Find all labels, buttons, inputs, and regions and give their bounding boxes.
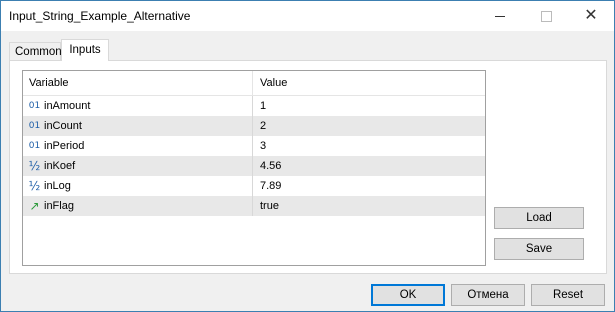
bool-flag-icon: ↗ bbox=[29, 199, 40, 213]
variable-name: inLog bbox=[44, 180, 71, 192]
value-cell[interactable]: 3 bbox=[253, 136, 485, 156]
maximize-button[interactable] bbox=[523, 1, 569, 31]
row-variable-cell: 01 inCount bbox=[23, 116, 253, 136]
grid-header: Variable Value bbox=[23, 71, 485, 96]
close-button[interactable]: ✕ bbox=[568, 1, 614, 31]
variable-name: inKoef bbox=[44, 160, 76, 172]
integer-icon: 01 bbox=[28, 141, 41, 151]
close-icon: ✕ bbox=[584, 7, 598, 24]
table-row[interactable]: 01 inAmount 1 bbox=[23, 96, 485, 116]
table-row[interactable]: 01 inCount 2 bbox=[23, 116, 485, 136]
row-variable-cell: 01 inAmount bbox=[23, 96, 253, 116]
value-cell[interactable]: 7.89 bbox=[253, 176, 485, 196]
row-variable-cell: ½ inKoef bbox=[23, 156, 253, 176]
save-button[interactable]: Save bbox=[494, 238, 584, 260]
inputs-panel: Variable Value 01 inAmount 1 01 inCount … bbox=[9, 60, 607, 274]
load-button[interactable]: Load bbox=[494, 207, 584, 229]
fraction-icon: ½ bbox=[28, 179, 41, 193]
fraction-icon: ½ bbox=[28, 159, 41, 173]
integer-icon: 01 bbox=[28, 101, 41, 111]
variable-name: inCount bbox=[44, 120, 82, 132]
integer-icon: 01 bbox=[28, 121, 41, 131]
row-variable-cell: 01 inPeriod bbox=[23, 136, 253, 156]
variable-name: inPeriod bbox=[44, 140, 85, 152]
table-row[interactable]: ½ inLog 7.89 bbox=[23, 176, 485, 196]
minimize-button[interactable] bbox=[477, 1, 523, 31]
variable-name: inAmount bbox=[44, 100, 91, 112]
row-variable-cell: ↗ inFlag bbox=[23, 196, 253, 216]
minimize-icon bbox=[495, 15, 505, 17]
title-bar: Input_String_Example_Alternative ✕ bbox=[1, 1, 614, 31]
table-row[interactable]: ½ inKoef 4.56 bbox=[23, 156, 485, 176]
value-cell[interactable]: 1 bbox=[253, 96, 485, 116]
value-cell[interactable]: 4.56 bbox=[253, 156, 485, 176]
ok-button[interactable]: OK bbox=[371, 284, 445, 306]
value-cell[interactable]: 2 bbox=[253, 116, 485, 136]
reset-button[interactable]: Reset bbox=[531, 284, 605, 306]
value-cell[interactable]: true bbox=[253, 196, 485, 216]
row-variable-cell: ½ inLog bbox=[23, 176, 253, 196]
table-row[interactable]: 01 inPeriod 3 bbox=[23, 136, 485, 156]
column-header-value[interactable]: Value bbox=[253, 71, 485, 95]
tab-inputs[interactable]: Inputs bbox=[61, 39, 109, 61]
dialog-window: Input_String_Example_Alternative ✕ Commo… bbox=[0, 0, 615, 312]
column-header-variable[interactable]: Variable bbox=[23, 71, 253, 95]
cancel-button[interactable]: Отмена bbox=[451, 284, 525, 306]
inputs-grid: Variable Value 01 inAmount 1 01 inCount … bbox=[22, 70, 486, 266]
maximize-icon bbox=[540, 10, 552, 22]
window-title: Input_String_Example_Alternative bbox=[9, 9, 191, 23]
table-row[interactable]: ↗ inFlag true bbox=[23, 196, 485, 216]
variable-name: inFlag bbox=[44, 200, 74, 212]
tab-common[interactable]: Common bbox=[9, 42, 62, 61]
